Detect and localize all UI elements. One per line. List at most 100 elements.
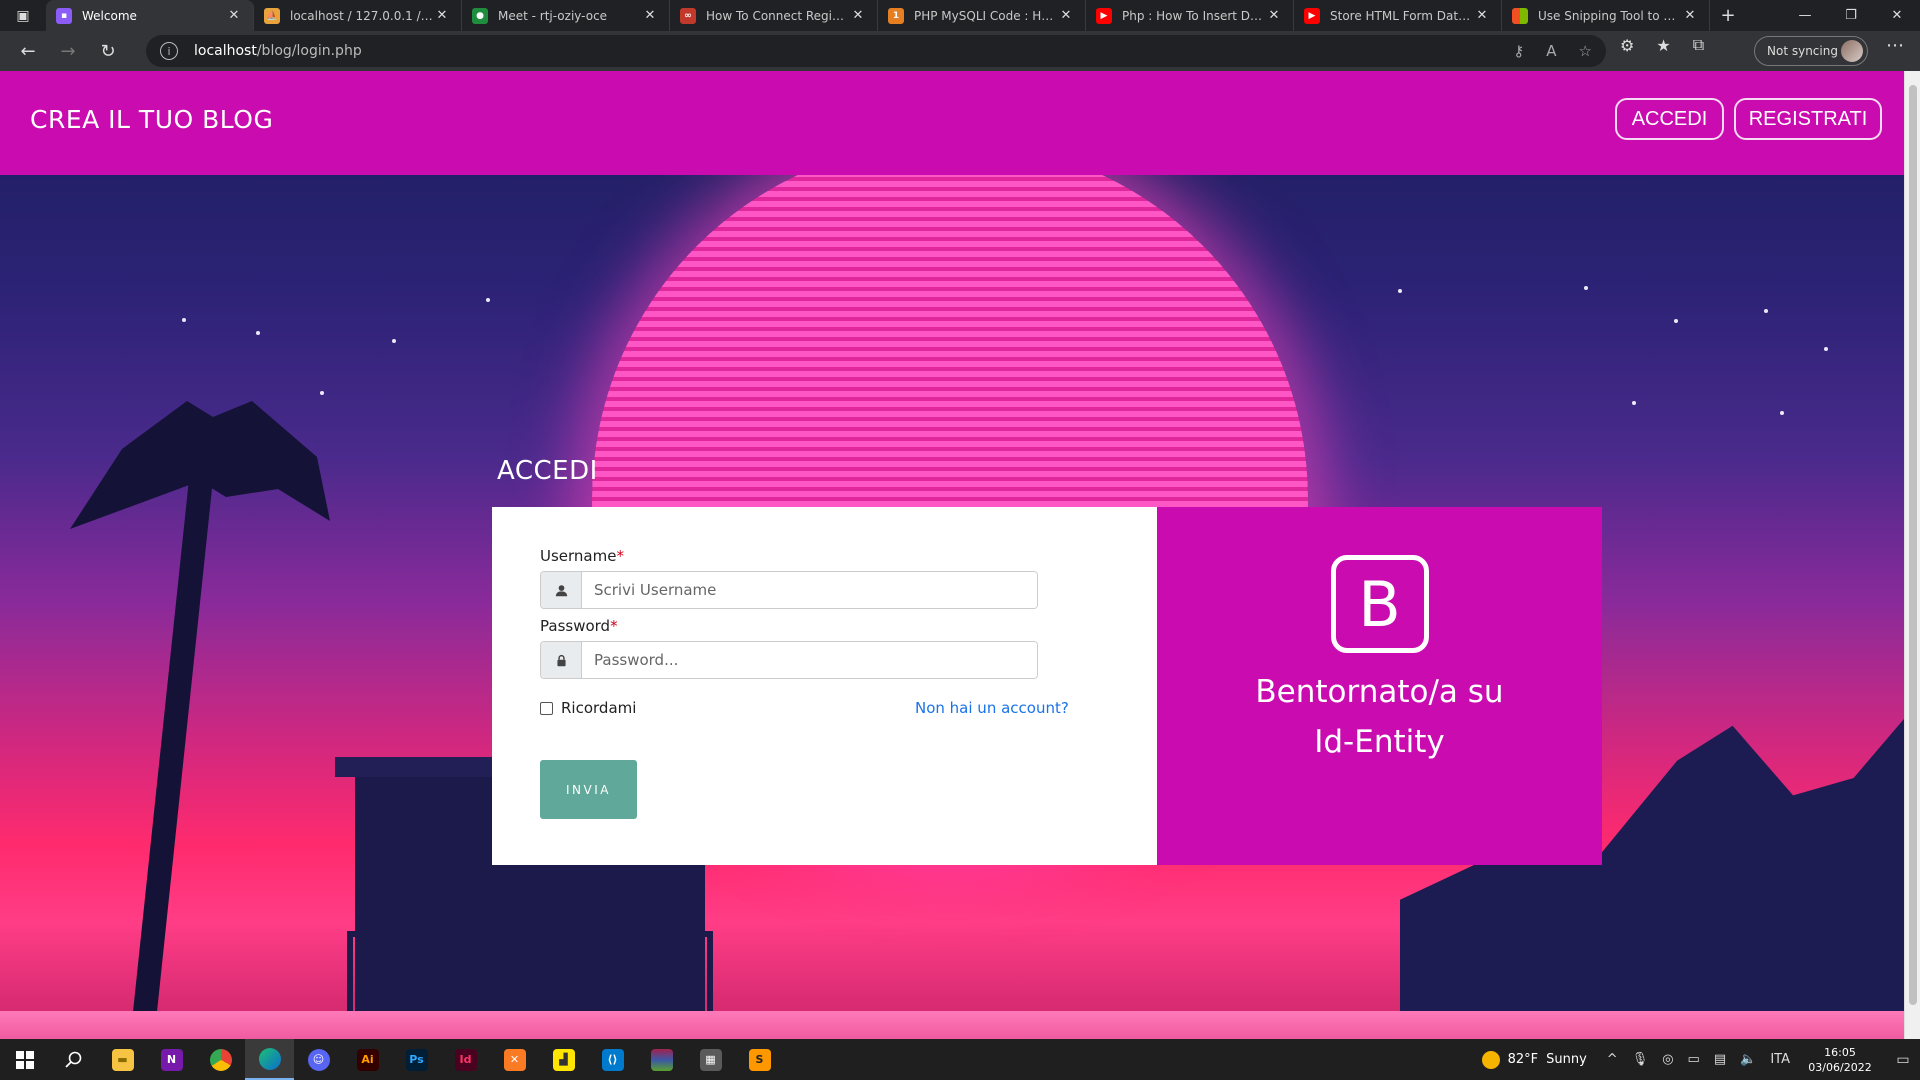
tab-meet[interactable]: ● Meet - rtj-oziy-oce ✕: [462, 0, 670, 31]
microphone-icon[interactable]: 🎙: [1632, 1052, 1649, 1067]
tab-codeigniter[interactable]: ∞ How To Connect Registrati ✕: [670, 0, 878, 31]
photoshop-icon[interactable]: Ps: [392, 1039, 441, 1080]
phpmyadmin-icon: ⛵: [264, 7, 280, 24]
tab-title: Use Snipping Tool to captu: [1538, 8, 1681, 23]
key-icon[interactable]: ⚷: [1513, 42, 1524, 60]
welcome-text: Bentornato/a su Id-Entity: [1180, 667, 1580, 767]
winrar-icon[interactable]: [637, 1039, 686, 1080]
discord-icon[interactable]: ☺: [294, 1039, 343, 1080]
sticky-notes-icon[interactable]: ▟: [539, 1039, 588, 1080]
close-tab-icon[interactable]: ✕: [433, 8, 451, 23]
welcome-line-2: Id-Entity: [1314, 724, 1445, 760]
submit-button[interactable]: INVIA: [540, 760, 637, 819]
meet-icon: ●: [472, 7, 488, 24]
minimize-icon[interactable]: —: [1782, 0, 1828, 31]
star: [392, 339, 396, 343]
welcome-line-1: Bentornato/a su: [1255, 674, 1504, 710]
extensions-icon[interactable]: ⚙: [1620, 36, 1634, 55]
star: [1584, 286, 1588, 290]
network-icon[interactable]: ▤: [1714, 1052, 1726, 1067]
tab-store-html[interactable]: ▶ Store HTML Form Data to M ✕: [1294, 0, 1502, 31]
username-group: [540, 571, 1038, 609]
collections-icon[interactable]: ⧉: [1693, 35, 1704, 55]
tab-welcome[interactable]: ▪ Welcome ✕: [46, 0, 254, 31]
sublime-icon[interactable]: S: [735, 1039, 784, 1080]
tab-title: localhost / 127.0.0.1 / blog: [290, 8, 433, 23]
forward-icon[interactable]: →: [48, 31, 88, 71]
system-tray: 82°F Sunny ^ 🎙 ◎ ▭ ▤ 🔈 ITA 16:05 03/06/2…: [1481, 1039, 1920, 1080]
star: [486, 298, 490, 302]
clock[interactable]: 16:05 03/06/2022: [1804, 1045, 1876, 1075]
remember-me[interactable]: Ricordami: [540, 699, 636, 717]
tab-php-mysqli[interactable]: 1 PHP MySQLI Code : How T ✕: [878, 0, 1086, 31]
volume-icon[interactable]: 🔈: [1740, 1052, 1756, 1067]
onenote-icon[interactable]: N: [147, 1039, 196, 1080]
back-icon[interactable]: ←: [8, 31, 48, 71]
url-field[interactable]: i localhost/blog/login.php ⚷ A ☆: [146, 35, 1606, 67]
close-tab-icon[interactable]: ✕: [1265, 8, 1283, 23]
read-aloud-icon[interactable]: A: [1546, 42, 1556, 60]
chrome-icon[interactable]: [196, 1039, 245, 1080]
login-card: Username* Password*: [492, 507, 1602, 865]
youtube-icon: ▶: [1096, 7, 1112, 24]
close-tab-icon[interactable]: ✕: [1473, 8, 1491, 23]
xampp-icon[interactable]: ✕: [490, 1039, 539, 1080]
close-tab-icon[interactable]: ✕: [1057, 8, 1075, 23]
site-info-icon[interactable]: i: [160, 42, 178, 60]
close-window-icon[interactable]: ✕: [1874, 0, 1920, 31]
browser-tab-strip: ▣ ▪ Welcome ✕ ⛵ localhost / 127.0.0.1 / …: [0, 0, 1920, 31]
tab-actions-icon[interactable]: ▣: [0, 0, 46, 31]
purple-chat-icon: ▪: [56, 7, 72, 24]
close-tab-icon[interactable]: ✕: [641, 8, 659, 23]
clock-time: 16:05: [1824, 1045, 1856, 1059]
indesign-icon[interactable]: Id: [441, 1039, 490, 1080]
camera-icon[interactable]: ◎: [1662, 1052, 1673, 1067]
tab-snipping[interactable]: Use Snipping Tool to captu ✕: [1502, 0, 1710, 31]
url-path: /blog/login.php: [256, 43, 362, 59]
battery-icon[interactable]: ▭: [1688, 1052, 1700, 1067]
reload-icon[interactable]: ↻: [88, 31, 128, 71]
star: [1398, 289, 1402, 293]
nav-register-button[interactable]: REGISTRATI: [1734, 98, 1882, 140]
avatar: [1841, 40, 1863, 62]
more-options-icon[interactable]: ⋯: [1886, 35, 1904, 56]
language-indicator[interactable]: ITA: [1770, 1052, 1790, 1067]
background-water: [0, 1011, 1904, 1039]
favorites-icon[interactable]: ★: [1656, 36, 1670, 55]
edge-icon[interactable]: [245, 1039, 294, 1080]
close-tab-icon[interactable]: ✕: [849, 8, 867, 23]
restore-icon[interactable]: ❐: [1828, 0, 1874, 31]
remember-checkbox[interactable]: [540, 701, 553, 715]
tab-phpmyadmin[interactable]: ⛵ localhost / 127.0.0.1 / blog ✕: [254, 0, 462, 31]
notification-icon[interactable]: ▭: [1886, 1052, 1920, 1068]
vscode-icon[interactable]: ⟨⟩: [588, 1039, 637, 1080]
file-explorer-icon[interactable]: ▬: [98, 1039, 147, 1080]
username-input[interactable]: [582, 572, 1037, 608]
page-scrollbar[interactable]: [1904, 71, 1920, 1039]
site-brand[interactable]: CREA IL TUO BLOG: [30, 105, 273, 134]
close-tab-icon[interactable]: ✕: [225, 8, 243, 23]
microsoft-icon: [1512, 7, 1528, 24]
new-tab-icon[interactable]: +: [1710, 0, 1746, 31]
windows-taskbar: ▬ N ☺ Ai Ps Id ✕ ▟ ⟨⟩ ▦ S 82°F Sunny ^ 🎙…: [0, 1039, 1920, 1080]
close-tab-icon[interactable]: ✕: [1681, 8, 1699, 23]
star: [1632, 401, 1636, 405]
favorite-add-icon[interactable]: ☆: [1579, 42, 1592, 60]
calculator-icon[interactable]: ▦: [686, 1039, 735, 1080]
youtube-icon: ▶: [1304, 7, 1320, 24]
profile-sync-button[interactable]: Not syncing: [1754, 36, 1868, 66]
password-input[interactable]: [582, 642, 1037, 678]
signup-link[interactable]: Non hai un account?: [915, 699, 1069, 717]
chevron-up-icon[interactable]: ^: [1607, 1052, 1618, 1067]
site-icon: 1: [888, 7, 904, 24]
nav-login-button[interactable]: ACCEDI: [1615, 98, 1724, 140]
site-navbar: CREA IL TUO BLOG ACCEDI REGISTRATI: [0, 71, 1904, 175]
lock-icon: [541, 642, 582, 678]
tab-title: PHP MySQLI Code : How T: [914, 8, 1057, 23]
star: [182, 318, 186, 322]
search-icon[interactable]: [49, 1039, 98, 1080]
weather-widget[interactable]: 82°F Sunny: [1481, 1050, 1587, 1069]
start-icon[interactable]: [0, 1039, 49, 1080]
tab-php-insert[interactable]: ▶ Php : How To Insert Data In ✕: [1086, 0, 1294, 31]
illustrator-icon[interactable]: Ai: [343, 1039, 392, 1080]
